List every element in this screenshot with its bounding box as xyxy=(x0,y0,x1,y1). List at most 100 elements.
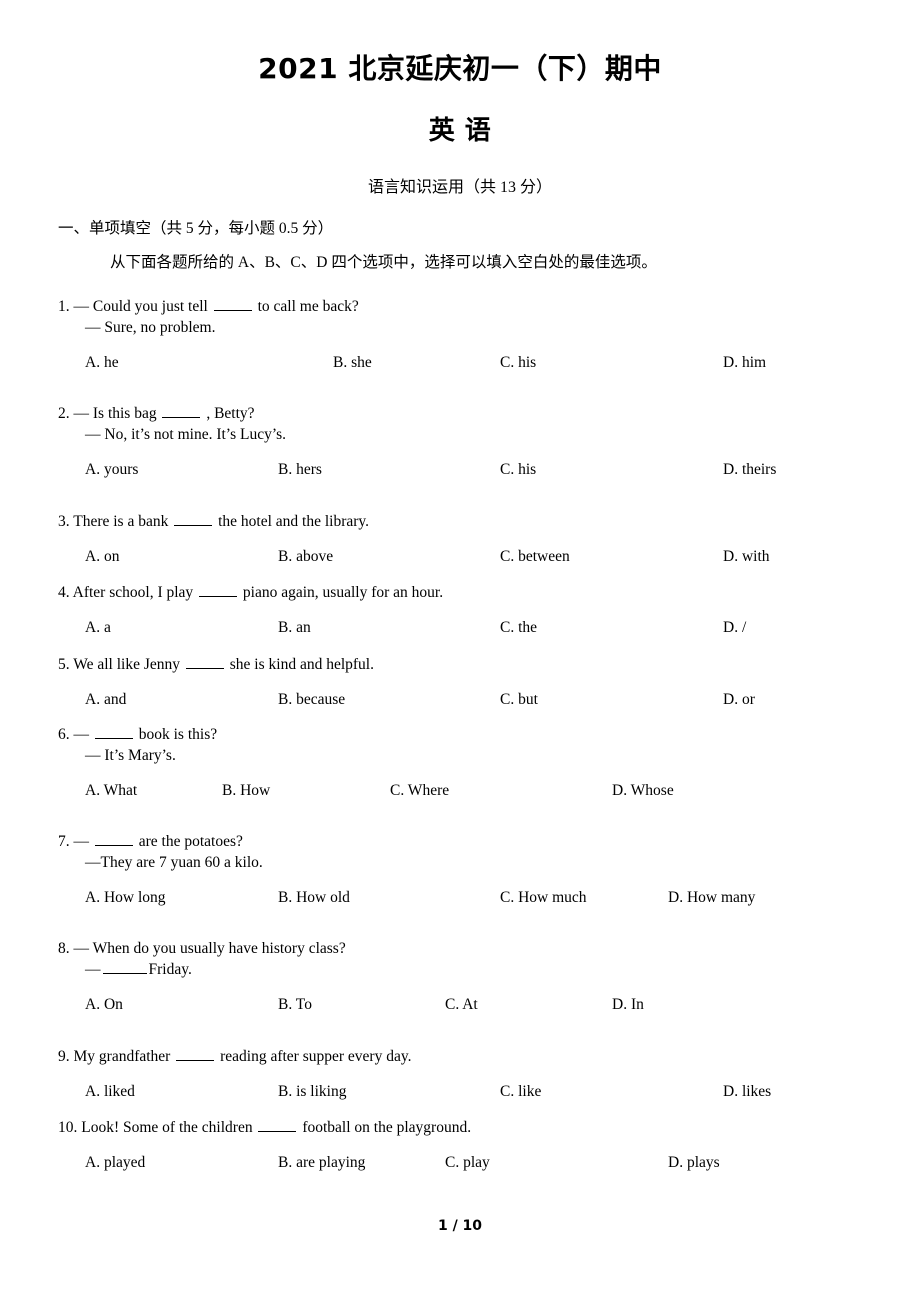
question-block: 7. — are the potatoes? —They are 7 yuan 6… xyxy=(58,831,898,909)
option-choice[interactable]: A. a xyxy=(85,617,111,639)
question-stem-text-tail: book is this? xyxy=(134,726,218,743)
question-stem-text-tail: football on the playground. xyxy=(298,1119,472,1136)
question-block: 9. My grandfather reading after supper e… xyxy=(58,1046,898,1103)
question-reply-text: — It’s Mary’s. xyxy=(85,747,176,764)
option-choice[interactable]: C. the xyxy=(500,617,537,639)
option-choice[interactable]: D. him xyxy=(723,352,766,374)
exam-page: 2021 北京延庆初一（下）期中 英 语 语言知识运用（共 13 分） 一、单项… xyxy=(0,0,920,1302)
question-stem-text: 3. There is a bank xyxy=(58,513,169,530)
options-row: A. on B. above C. between D. with xyxy=(58,546,898,568)
question-stem-text-tail: , Betty? xyxy=(202,405,255,422)
option-choice[interactable]: A. played xyxy=(85,1152,145,1174)
answer-blank xyxy=(162,403,201,418)
options-row: A. How long B. How old C. How much D. How m… xyxy=(58,887,898,909)
option-choice[interactable]: D. Whose xyxy=(612,780,674,802)
option-choice[interactable]: A. yours xyxy=(85,459,138,481)
answer-blank xyxy=(185,654,224,669)
option-choice[interactable]: A. he xyxy=(85,352,119,374)
option-choice[interactable]: C. How much xyxy=(500,887,587,909)
option-choice[interactable]: A. On xyxy=(85,994,123,1016)
option-choice[interactable]: D. or xyxy=(723,689,755,711)
question-stem-text: 9. My grandfather xyxy=(58,1048,171,1065)
question-stem-text-tail: to call me back? xyxy=(253,298,359,315)
option-choice[interactable]: B. are playing xyxy=(278,1152,365,1174)
option-choice[interactable]: C. Where xyxy=(390,780,449,802)
question-block: 4. After school, I play piano again, usu… xyxy=(58,582,898,639)
question-stem-text: 6. — xyxy=(58,726,89,743)
answer-blank xyxy=(176,1046,215,1061)
option-choice[interactable]: B. she xyxy=(333,352,372,374)
question-stem: 10. Look! Some of the children football … xyxy=(58,1117,898,1138)
option-choice[interactable]: A. liked xyxy=(85,1081,135,1103)
option-choice[interactable]: D. / xyxy=(723,617,746,639)
question-stem-text: 5. We all like Jenny xyxy=(58,656,181,673)
option-choice[interactable]: B. To xyxy=(278,994,312,1016)
question-stem: 8. — When do you usually have history cl… xyxy=(58,938,898,959)
question-reply-text: — xyxy=(85,961,101,978)
question-reply: — Friday. xyxy=(58,959,898,980)
question-block: 2. — Is this bag , Betty? — No, it’s not … xyxy=(58,403,898,481)
question-reply-text: — Sure, no problem. xyxy=(85,319,216,336)
option-choice[interactable]: B. How xyxy=(222,780,270,802)
answer-blank xyxy=(199,582,238,597)
options-row: A. a B. an C. the D. / xyxy=(58,617,898,639)
option-choice[interactable]: D. likes xyxy=(723,1081,771,1103)
page-number-footer: 1 / 10 xyxy=(437,1218,483,1234)
question-reply: — Sure, no problem. xyxy=(58,317,898,338)
question-reply: —They are 7 yuan 60 a kilo. xyxy=(58,852,898,873)
option-choice[interactable]: D. plays xyxy=(668,1152,720,1174)
option-choice[interactable]: C. At xyxy=(445,994,478,1016)
answer-blank xyxy=(102,959,147,974)
answer-blank xyxy=(94,724,133,739)
option-choice[interactable]: A. on xyxy=(85,546,119,568)
answer-blank xyxy=(94,831,133,846)
option-choice[interactable]: C. his xyxy=(500,352,536,374)
part-heading: 一、单项填空（共 5 分，每小题 0.5 分） xyxy=(58,220,334,237)
question-stem: 7. — are the potatoes? xyxy=(58,831,898,852)
option-choice[interactable]: C. like xyxy=(500,1081,541,1103)
question-stem: 4. After school, I play piano again, usu… xyxy=(58,582,898,603)
options-row: A. On B. To C. At D. In xyxy=(58,994,898,1016)
section-title: 语言知识运用（共 13 分） xyxy=(367,179,552,196)
question-reply-text-tail: Friday. xyxy=(148,961,192,978)
option-choice[interactable]: A. How long xyxy=(85,887,166,909)
question-reply-text: —They are 7 yuan 60 a kilo. xyxy=(85,854,263,871)
option-choice[interactable]: B. hers xyxy=(278,459,322,481)
option-choice[interactable]: B. is liking xyxy=(278,1081,346,1103)
option-choice[interactable]: B. above xyxy=(278,546,333,568)
question-stem: 3. There is a bank the hotel and the lib… xyxy=(58,511,898,532)
question-stem-text: 7. — xyxy=(58,833,89,850)
option-choice[interactable]: C. between xyxy=(500,546,570,568)
question-block: 1. — Could you just tell to call me back… xyxy=(58,296,898,374)
option-choice[interactable]: B. an xyxy=(278,617,311,639)
options-row: A. liked B. is liking C. like D. likes xyxy=(58,1081,898,1103)
part-instruction: 从下面各题所给的 A、B、C、D 四个选项中，选择可以填入空白处的最佳选项。 xyxy=(110,254,657,271)
option-choice[interactable]: C. play xyxy=(445,1152,490,1174)
option-choice[interactable]: A. and xyxy=(85,689,126,711)
answer-blank xyxy=(174,511,213,526)
option-choice[interactable]: B. because xyxy=(278,689,345,711)
answer-blank xyxy=(213,296,252,311)
question-block: 5. We all like Jenny she is kind and hel… xyxy=(58,654,898,711)
question-stem-text: 8. — When do you usually have history cl… xyxy=(58,940,346,957)
question-block: 10. Look! Some of the children football … xyxy=(58,1117,898,1174)
options-row: A. he B. she C. his D. him xyxy=(58,352,898,374)
option-choice[interactable]: D. theirs xyxy=(723,459,776,481)
option-choice[interactable]: D. How many xyxy=(668,887,755,909)
option-choice[interactable]: D. In xyxy=(612,994,644,1016)
question-stem-text-tail: are the potatoes? xyxy=(134,833,243,850)
question-stem-text: 4. After school, I play xyxy=(58,584,194,601)
option-choice[interactable]: A. What xyxy=(85,780,137,802)
option-choice[interactable]: D. with xyxy=(723,546,770,568)
question-stem-text: 10. Look! Some of the children xyxy=(58,1119,253,1136)
question-reply: — It’s Mary’s. xyxy=(58,745,898,766)
question-stem-text-tail: reading after supper every day. xyxy=(216,1048,412,1065)
option-choice[interactable]: B. How old xyxy=(278,887,350,909)
option-choice[interactable]: C. his xyxy=(500,459,536,481)
option-choice[interactable]: C. but xyxy=(500,689,538,711)
question-block: 3. There is a bank the hotel and the lib… xyxy=(58,511,898,568)
